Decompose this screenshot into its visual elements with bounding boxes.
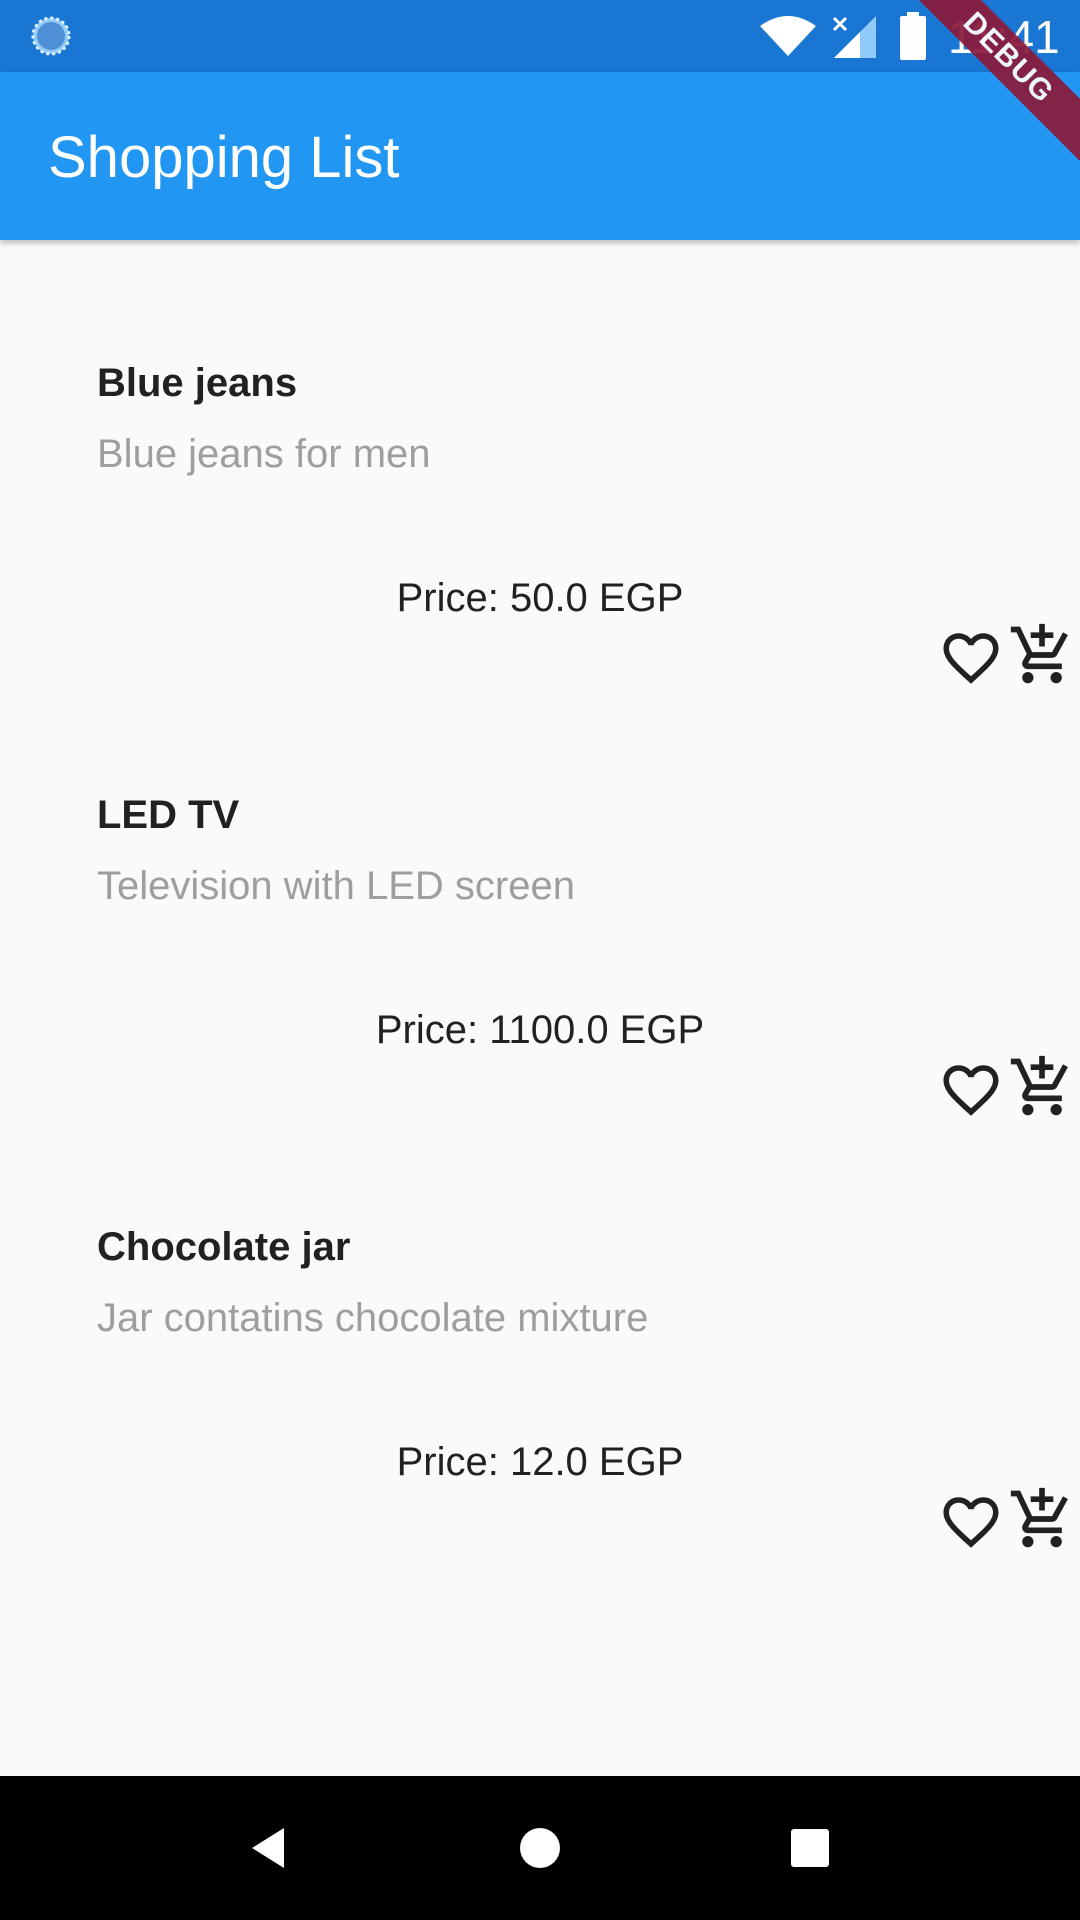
product-description: Television with LED screen xyxy=(97,864,575,908)
product-description: Jar contatins chocolate mixture xyxy=(97,1296,649,1340)
product-card: LED TV Television with LED screen Price:… xyxy=(0,672,1080,1116)
product-price: Price: 1100.0 EGP xyxy=(375,1008,705,1052)
page-title: Shopping List xyxy=(48,125,400,190)
product-description: Blue jeans for men xyxy=(97,432,431,476)
product-price: Price: 12.0 EGP xyxy=(396,1440,684,1484)
product-name: Blue jeans xyxy=(97,361,298,405)
product-price: Price: 50.0 EGP xyxy=(396,576,684,620)
loader-icon xyxy=(31,16,71,56)
wifi-icon xyxy=(760,16,816,56)
product-name: Chocolate jar xyxy=(97,1225,351,1269)
product-card: Blue jeans Blue jeans for men Price: 50.… xyxy=(0,240,1080,684)
system-nav-bar xyxy=(0,1776,1080,1920)
status-bar: 11:41 xyxy=(0,0,1080,72)
signal-icon xyxy=(832,16,876,58)
home-icon[interactable] xyxy=(508,1816,572,1880)
add-shopping-cart-icon[interactable] xyxy=(1008,1484,1076,1554)
status-clock: 11:41 xyxy=(948,11,1060,63)
product-name: LED TV xyxy=(97,793,240,837)
product-card: Chocolate jar Jar contatins chocolate mi… xyxy=(0,1104,1080,1548)
app-bar: Shopping List xyxy=(0,72,1080,240)
favorite-border-icon[interactable] xyxy=(938,1489,1004,1555)
back-icon[interactable] xyxy=(238,1816,302,1880)
recents-icon[interactable] xyxy=(778,1816,842,1880)
battery-icon xyxy=(900,12,926,60)
